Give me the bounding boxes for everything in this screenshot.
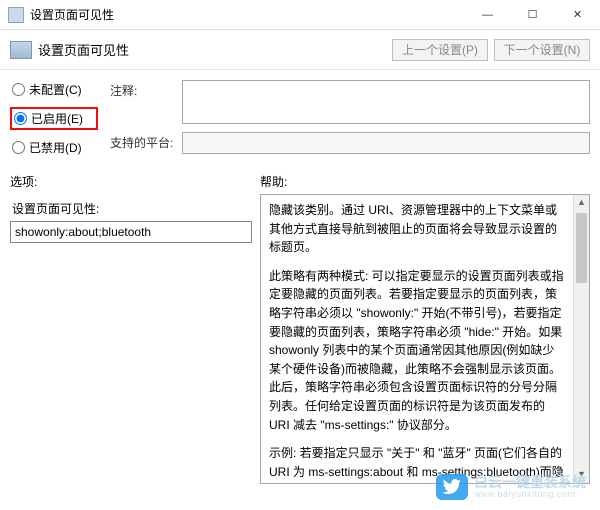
lower-panes: 设置页面可见性: 隐藏该类别。通过 URI、资源管理器中的上下文菜单或其他方式直… <box>0 194 600 484</box>
policy-header: 设置页面可见性 上一个设置(P) 下一个设置(N) <box>0 30 600 70</box>
help-pane: 隐藏该类别。通过 URI、资源管理器中的上下文菜单或其他方式直接导航到被阻止的页… <box>260 194 590 484</box>
window-titlebar: 设置页面可见性 — ☐ ✕ <box>0 0 600 30</box>
comment-input[interactable] <box>182 80 590 124</box>
visibility-option-input[interactable] <box>10 221 252 243</box>
platform-row: 支持的平台: <box>110 132 590 154</box>
help-paragraph: 示例: 若要指定只显示 "关于" 和 "蓝牙" 页面(它们各自的 URI 为 m… <box>269 444 565 484</box>
state-radio-group: 未配置(C) 已启用(E) 已禁用(D) <box>10 80 98 165</box>
radio-disabled-label: 已禁用(D) <box>29 139 82 156</box>
radio-disabled-input[interactable] <box>12 141 25 154</box>
radio-enabled[interactable]: 已启用(E) <box>10 107 98 130</box>
scroll-thumb[interactable] <box>576 213 587 283</box>
next-setting-button[interactable]: 下一个设置(N) <box>494 39 590 61</box>
minimize-button[interactable]: — <box>465 0 510 30</box>
radio-not-configured-label: 未配置(C) <box>29 81 82 98</box>
help-scrollbar[interactable]: ▲ ▼ <box>573 195 589 483</box>
help-paragraph: 此策略有两种模式: 可以指定要显示的设置页面列表或指定要隐藏的页面列表。若要指定… <box>269 267 565 434</box>
help-label: 帮助: <box>260 173 590 190</box>
options-pane: 设置页面可见性: <box>10 194 252 484</box>
radio-not-configured-input[interactable] <box>12 83 25 96</box>
platform-label: 支持的平台: <box>110 132 182 154</box>
radio-enabled-input[interactable] <box>14 112 27 125</box>
prev-setting-button[interactable]: 上一个设置(P) <box>392 39 488 61</box>
policy-icon <box>10 41 32 59</box>
help-content: 隐藏该类别。通过 URI、资源管理器中的上下文菜单或其他方式直接导航到被阻止的页… <box>269 201 565 484</box>
window-title: 设置页面可见性 <box>30 6 465 23</box>
policy-title: 设置页面可见性 <box>38 40 386 59</box>
comment-label: 注释: <box>110 80 182 124</box>
radio-not-configured[interactable]: 未配置(C) <box>10 80 98 99</box>
window-controls: — ☐ ✕ <box>465 0 600 30</box>
config-area: 未配置(C) 已启用(E) 已禁用(D) 注释: 支持的平台: <box>0 70 600 165</box>
help-paragraph: 隐藏该类别。通过 URI、资源管理器中的上下文菜单或其他方式直接导航到被阻止的页… <box>269 201 565 257</box>
scroll-down-icon[interactable]: ▼ <box>574 467 589 483</box>
comment-row: 注释: <box>110 80 590 124</box>
radio-enabled-label: 已启用(E) <box>31 110 83 127</box>
options-label: 选项: <box>10 173 260 190</box>
scroll-up-icon[interactable]: ▲ <box>574 195 589 211</box>
app-icon <box>8 7 24 23</box>
visibility-option-label: 设置页面可见性: <box>12 200 252 217</box>
watermark-url: www.baiyunxitong.com <box>474 489 586 499</box>
platform-display <box>182 132 590 154</box>
close-button[interactable]: ✕ <box>555 0 600 30</box>
meta-fields: 注释: 支持的平台: <box>110 80 590 165</box>
radio-disabled[interactable]: 已禁用(D) <box>10 138 98 157</box>
section-labels: 选项: 帮助: <box>0 165 600 194</box>
maximize-button[interactable]: ☐ <box>510 0 555 30</box>
